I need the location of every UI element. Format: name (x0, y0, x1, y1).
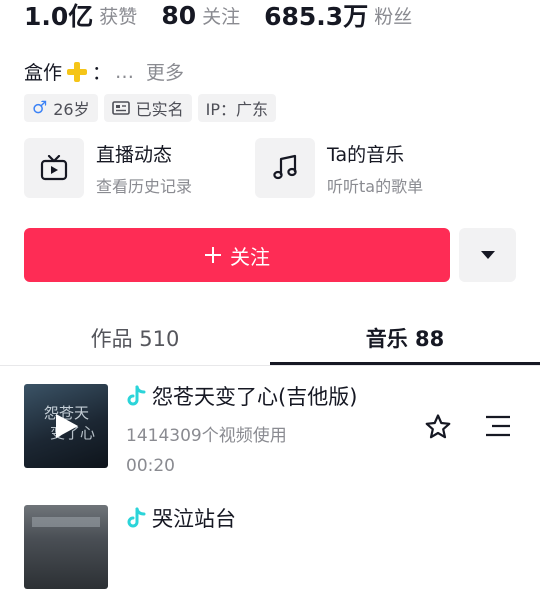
music-title-2: 哭泣站台 (152, 507, 236, 531)
bio-colon: ： (92, 62, 112, 84)
bio-text: 盒作 (24, 62, 63, 84)
followers-count[interactable]: 685.3万 (264, 0, 368, 33)
cover-art-band (32, 517, 100, 527)
profile-tags: ♂ 26岁 已实名 IP：广东 (24, 94, 277, 122)
plus-emoji-icon (66, 61, 88, 83)
tab-divider (0, 365, 540, 366)
tv-icon (24, 138, 84, 198)
likes-count: 1.0亿 (24, 2, 94, 31)
tab-music[interactable]: 音乐 88 (270, 312, 540, 364)
favorite-star-icon[interactable] (424, 413, 452, 441)
tab-works[interactable]: 作品 510 (0, 312, 270, 364)
followers-label[interactable]: 粉丝 (374, 2, 412, 29)
bio-more-link[interactable]: 更多 (146, 58, 184, 85)
male-icon: ♂ (32, 98, 48, 118)
following-count[interactable]: 80 (161, 1, 196, 30)
bio-ellipsis: … (115, 60, 135, 83)
id-card-icon (111, 101, 130, 115)
playlist-menu-icon[interactable] (484, 414, 512, 438)
music-card-subtitle: 听听ta的歌单 (327, 176, 424, 196)
caret-down-icon (480, 251, 495, 259)
play-icon (56, 414, 78, 438)
verified-text: 已实名 (135, 100, 184, 119)
music-card-title: Ta的音乐 (327, 143, 405, 166)
music-card[interactable]: Ta的音乐 听听ta的歌单 (255, 138, 515, 198)
music-note-icon (255, 138, 315, 198)
music-cover-2[interactable] (24, 505, 108, 589)
following-label[interactable]: 关注 (202, 2, 240, 29)
age-text: 26岁 (53, 100, 90, 119)
music-title-1: 怨苍天变了心(吉他版) (152, 385, 358, 409)
more-options-button[interactable] (459, 228, 516, 282)
tiktok-note-icon (127, 385, 146, 406)
ip-tag: IP：广东 (197, 94, 277, 122)
tiktok-note-icon (127, 507, 146, 528)
music-cover-1[interactable]: 怨苍天 变了心 (24, 384, 108, 468)
age-tag: ♂ 26岁 (24, 94, 98, 122)
music-uses-1: 1414309个视频使用 (126, 426, 287, 446)
music-item-1[interactable]: 怨苍天变了心(吉他版) 1414309个视频使用 00:20 (126, 381, 357, 476)
follow-button[interactable]: 关注 (24, 228, 450, 282)
likes-label: 获赞 (99, 5, 138, 28)
ip-text: IP：广东 (205, 100, 269, 119)
follow-label: 关注 (230, 244, 270, 269)
plus-icon (205, 247, 221, 263)
live-card-subtitle: 查看历史记录 (96, 176, 193, 196)
stats-row: 1.0亿 获赞 80 关注 685.3万 粉丝 (24, 0, 436, 33)
music-duration-1: 00:20 (126, 456, 175, 476)
live-history-card[interactable]: 直播动态 查看历史记录 (24, 138, 244, 198)
verified-tag[interactable]: 已实名 (103, 94, 192, 122)
music-item-2[interactable]: 哭泣站台 (126, 503, 236, 533)
live-card-title: 直播动态 (96, 143, 173, 166)
bio: 盒作 ： … 更多 (24, 58, 184, 85)
